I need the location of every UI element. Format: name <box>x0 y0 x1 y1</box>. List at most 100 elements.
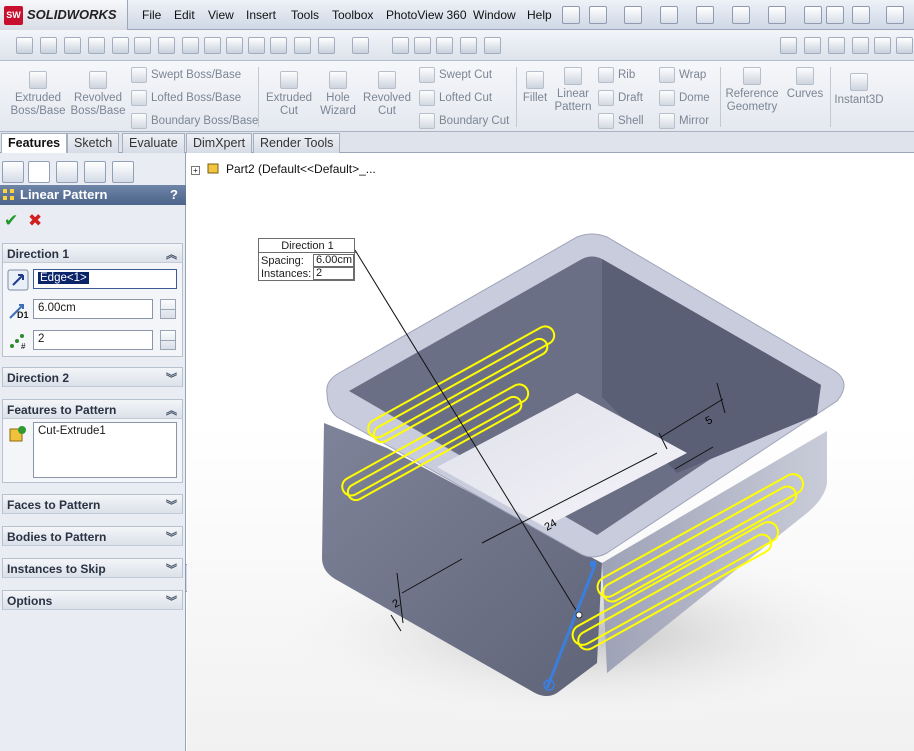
pan-icon[interactable] <box>460 37 477 54</box>
menu-photoview[interactable]: PhotoView 360 <box>386 8 467 22</box>
linear-pattern-button[interactable]: Linear Pattern <box>552 67 594 114</box>
sigma-icon[interactable] <box>204 37 221 54</box>
spacing-spinner[interactable] <box>160 299 176 319</box>
chevron-down-icon[interactable]: ︾ <box>166 561 177 577</box>
direction-2-header[interactable]: Direction 2 ︾ <box>3 368 182 387</box>
diamond-icon[interactable] <box>874 37 891 54</box>
heads-up-icon[interactable] <box>392 37 409 54</box>
rebuild-icon[interactable] <box>804 6 822 24</box>
direction-edge-field[interactable]: Edge<1> <box>33 269 177 289</box>
spacing-input[interactable]: 6.00cm <box>33 299 153 319</box>
rib-button[interactable]: Rib <box>598 67 635 83</box>
tab-features[interactable]: Features <box>1 133 68 153</box>
tab-dimxpert[interactable]: DimXpert <box>186 133 253 153</box>
tilt-icon[interactable] <box>248 37 265 54</box>
menu-edit[interactable]: Edit <box>174 8 195 22</box>
menu-insert[interactable]: Insert <box>246 8 276 22</box>
wrap-button[interactable]: Wrap <box>659 67 706 83</box>
property-manager-tab-icon[interactable] <box>28 161 50 183</box>
tool-icon[interactable] <box>112 37 129 54</box>
copy-icon[interactable] <box>804 37 821 54</box>
dimxpert-manager-tab-icon[interactable] <box>84 161 106 183</box>
extruded-boss-button[interactable]: Extruded Boss/Base <box>10 71 66 118</box>
hole-wizard-button[interactable]: Hole Wizard <box>318 71 358 118</box>
instant3d-button[interactable]: Instant3D <box>833 73 885 107</box>
instances-input[interactable]: 2 <box>33 330 153 350</box>
menu-help[interactable]: Help <box>527 8 552 22</box>
tab-render-tools[interactable]: Render Tools <box>253 133 341 153</box>
stop-icon[interactable] <box>352 37 369 54</box>
measure-icon[interactable] <box>226 37 243 54</box>
revolved-cut-button[interactable]: Revolved Cut <box>360 71 414 118</box>
chevron-down-icon[interactable]: ︾ <box>166 370 177 386</box>
menu-file[interactable]: File <box>142 8 161 22</box>
lofted-cut-button[interactable]: Lofted Cut <box>419 90 492 106</box>
print-icon[interactable] <box>696 6 714 24</box>
mirror-button[interactable]: Mirror <box>659 113 709 129</box>
callout-spacing-input[interactable]: 6.00cm <box>313 254 354 267</box>
revolved-boss-button[interactable]: Revolved Boss/Base <box>70 71 126 118</box>
cancel-button[interactable]: ✖ <box>28 211 42 231</box>
tab-sketch[interactable]: Sketch <box>67 133 120 153</box>
instances-to-skip-header[interactable]: Instances to Skip ︾ <box>3 559 182 578</box>
fillet-button[interactable]: Fillet <box>520 71 550 105</box>
boundary-cut-button[interactable]: Boundary Cut <box>419 113 509 129</box>
cube-icon[interactable] <box>896 37 913 54</box>
select-icon[interactable] <box>768 6 786 24</box>
evaluate-icon[interactable] <box>318 37 335 54</box>
view-icon[interactable] <box>134 37 151 54</box>
boundary-boss-button[interactable]: Boundary Boss/Base <box>131 113 258 129</box>
options-icon[interactable] <box>852 6 870 24</box>
faces-to-pattern-header[interactable]: Faces to Pattern ︾ <box>3 495 182 514</box>
refresh-icon[interactable] <box>484 37 501 54</box>
feature-manager-tab-icon[interactable] <box>2 161 24 183</box>
open-icon[interactable] <box>624 6 642 24</box>
split-icon[interactable] <box>294 37 311 54</box>
menu-window[interactable]: Window <box>473 8 516 22</box>
section-icon[interactable] <box>270 37 287 54</box>
reverse-direction-icon[interactable] <box>7 269 29 291</box>
chevron-up-icon[interactable]: ︽ <box>166 402 177 418</box>
zoom-icon[interactable] <box>414 37 431 54</box>
menu-toolbox[interactable]: Toolbox <box>332 8 373 22</box>
reference-geometry-button[interactable]: Reference Geometry <box>724 67 780 114</box>
checkbox-icon[interactable] <box>182 37 199 54</box>
curve-icon[interactable] <box>852 37 869 54</box>
extruded-cut-button[interactable]: Extruded Cut <box>262 71 316 118</box>
swept-boss-button[interactable]: Swept Boss/Base <box>131 67 241 83</box>
diagram-icon[interactable] <box>88 37 105 54</box>
chevron-down-icon[interactable]: ︾ <box>166 593 177 609</box>
lofted-boss-button[interactable]: Lofted Boss/Base <box>131 90 241 106</box>
pin-icon[interactable] <box>562 6 580 24</box>
callout-instances-input[interactable]: 2 <box>313 267 354 280</box>
graphics-area[interactable]: + Part2 (Default<<Default>_... 5 24 2 Di… <box>187 153 914 751</box>
undo-icon[interactable] <box>732 6 750 24</box>
edge-handle[interactable] <box>575 611 583 619</box>
scale-icon[interactable] <box>64 37 81 54</box>
menu-view[interactable]: View <box>208 8 234 22</box>
ok-button[interactable]: ✔ <box>4 211 18 231</box>
features-to-pattern-header[interactable]: Features to Pattern ︽ <box>3 400 182 419</box>
check-icon[interactable] <box>158 37 175 54</box>
chevron-up-icon[interactable]: ︽ <box>166 246 177 262</box>
box-icon[interactable] <box>828 37 845 54</box>
swept-cut-button[interactable]: Swept Cut <box>419 67 492 83</box>
help-icon[interactable]: ? <box>170 187 178 202</box>
curves-button[interactable]: Curves <box>784 67 826 101</box>
options-dropdown-icon[interactable] <box>886 6 904 24</box>
shell-button[interactable]: Shell <box>598 113 644 129</box>
features-list-item[interactable]: Cut-Extrude1 <box>38 425 106 437</box>
direction-1-header[interactable]: Direction 1 ︽ <box>3 244 182 263</box>
configuration-manager-tab-icon[interactable] <box>56 161 78 183</box>
new-document-icon[interactable] <box>589 6 607 24</box>
features-list[interactable]: Cut-Extrude1 <box>33 422 177 478</box>
chevron-down-icon[interactable]: ︾ <box>166 529 177 545</box>
dome-button[interactable]: Dome <box>659 90 710 106</box>
layer-icon[interactable] <box>40 37 57 54</box>
tab-evaluate[interactable]: Evaluate <box>122 133 185 153</box>
menu-tools[interactable]: Tools <box>291 8 319 22</box>
spell-check-icon[interactable] <box>16 37 33 54</box>
bodies-to-pattern-header[interactable]: Bodies to Pattern ︾ <box>3 527 182 546</box>
draft-button[interactable]: Draft <box>598 90 643 106</box>
sheet-icon[interactable] <box>780 37 797 54</box>
